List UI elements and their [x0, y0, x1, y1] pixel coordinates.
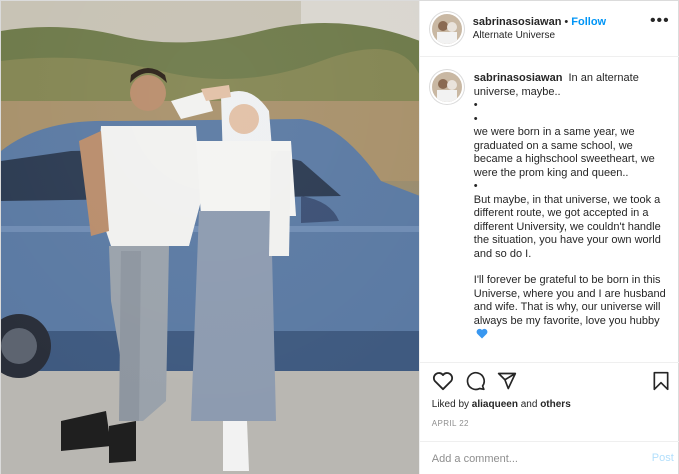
caption-username[interactable]: sabrinasosiawan [474, 72, 563, 84]
post-photo[interactable] [1, 1, 419, 474]
likes-others[interactable]: others [540, 399, 571, 410]
liked-by-user[interactable]: aliaqueen [472, 399, 518, 410]
caption-section: sabrinasosiawan In an alternate universe… [420, 58, 679, 362]
post-header: sabrinasosiawan • Follow Alternate Univers… [419, 1, 679, 57]
likes-prefix: Liked by [431, 399, 470, 410]
comment-input[interactable] [431, 453, 632, 465]
post-image [1, 1, 419, 474]
caption-paragraph-2: But maybe, in that universe, we took a d… [473, 193, 661, 260]
instagram-post: sabrinasosiawan • Follow Alternate Univers… [0, 0, 679, 474]
avatar-image [431, 13, 462, 44]
heart-icon[interactable] [432, 371, 454, 391]
comment-icon[interactable] [465, 371, 486, 391]
likes-summary: Liked by aliaqueen and others [432, 399, 571, 410]
caption-paragraph-3: I'll forever be grateful to be born in t… [473, 274, 666, 327]
comment-box: Post [419, 441, 679, 474]
bookmark-icon[interactable] [652, 371, 670, 391]
avatar-image [431, 72, 462, 102]
follow-button[interactable]: Follow [571, 16, 606, 28]
header-username[interactable]: sabrinasosiawan [473, 16, 562, 28]
likes-and: and [520, 399, 538, 410]
caption-bullet: • [473, 99, 478, 111]
location-link[interactable]: Alternate Universe [473, 29, 606, 43]
caption-paragraph-1: we were born in a same year, we graduate… [473, 126, 655, 179]
action-bar: Liked by aliaqueen and others APRIL 22 P… [419, 362, 679, 474]
caption-bullet: • [473, 180, 478, 192]
caption-text: sabrinasosiawan In an alternate universe… [474, 72, 669, 362]
caption-bullet: • [473, 112, 478, 125]
post-date[interactable]: APRIL 22 [432, 419, 469, 428]
post-side-panel: sabrinasosiawan • Follow Alternate Univers… [418, 1, 679, 474]
separator-dot: • [564, 15, 569, 28]
avatar[interactable] [431, 13, 462, 44]
caption-avatar[interactable] [431, 72, 462, 102]
share-icon[interactable] [497, 371, 517, 391]
more-horizontal-icon[interactable]: ••• [650, 13, 670, 29]
blue-heart-icon [476, 328, 488, 339]
post-comment-button[interactable]: Post [652, 452, 674, 464]
